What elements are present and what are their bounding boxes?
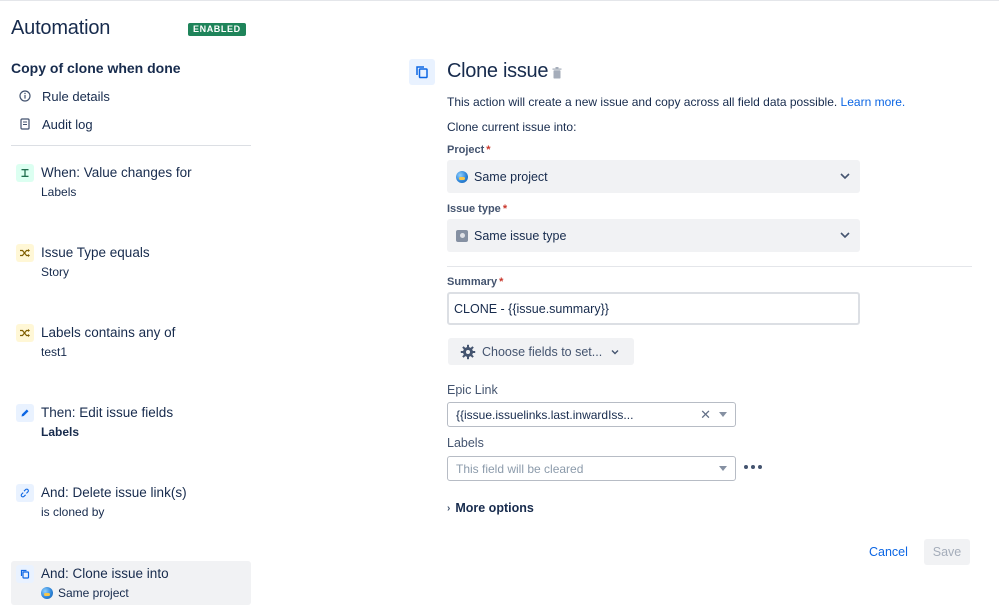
summary-input[interactable]: CLONE - {{issue.summary}} xyxy=(447,292,860,325)
clone-into-label: Clone current issue into: xyxy=(447,120,577,134)
component-edit-issue[interactable]: Then: Edit issue fields Labels xyxy=(11,400,251,444)
save-button[interactable]: Save xyxy=(924,539,970,565)
component-subtitle: Labels xyxy=(41,425,80,439)
labels-label: Labels xyxy=(447,436,484,450)
project-label-text: Project xyxy=(447,144,485,156)
action-title: Clone issue xyxy=(447,60,549,82)
component-subtitle: is cloned by xyxy=(41,505,105,519)
info-icon xyxy=(19,90,31,102)
component-clone-issue[interactable]: And: Clone issue into Same project xyxy=(11,561,251,605)
issue-type-label-text: Issue type xyxy=(447,203,501,215)
pencil-icon xyxy=(16,404,34,422)
more-options-toggle[interactable]: › More options xyxy=(447,501,534,515)
chevron-down-icon xyxy=(611,349,619,354)
gear-icon xyxy=(460,344,476,359)
cancel-button[interactable]: Cancel xyxy=(862,540,915,564)
required-mark: * xyxy=(499,276,504,288)
component-subtitle-text: Same project xyxy=(58,586,129,600)
component-subtitle: test1 xyxy=(41,345,68,359)
rule-name: Copy of clone when done xyxy=(11,60,181,76)
description-text: This action will create a new issue and … xyxy=(447,95,838,109)
component-condition-labels[interactable]: Labels contains any of test1 xyxy=(11,320,251,364)
caret-down-icon xyxy=(719,466,727,471)
component-subtitle: Same project xyxy=(41,586,129,600)
action-description: This action will create a new issue and … xyxy=(447,95,905,109)
trigger-icon xyxy=(16,164,34,182)
labels-placeholder: This field will be cleared xyxy=(456,461,584,476)
epic-link-label: Epic Link xyxy=(447,383,498,397)
component-title: When: Value changes for xyxy=(41,165,192,180)
summary-label: Summary * xyxy=(447,276,503,288)
project-label: Project * xyxy=(447,144,491,156)
chevron-down-icon xyxy=(840,173,850,180)
audit-log-label: Audit log xyxy=(42,116,93,132)
issue-type-select[interactable]: Same issue type xyxy=(447,219,860,252)
choose-fields-button[interactable]: Choose fields to set... xyxy=(448,338,634,365)
choose-fields-label: Choose fields to set... xyxy=(482,344,603,359)
required-mark: * xyxy=(486,144,491,156)
condition-shuffle-icon xyxy=(16,244,34,262)
component-title: And: Clone issue into xyxy=(41,566,169,581)
component-title: Then: Edit issue fields xyxy=(41,405,174,420)
unlink-icon xyxy=(16,484,34,502)
more-actions-icon[interactable] xyxy=(744,462,762,472)
copy-icon xyxy=(16,565,34,583)
caret-down-icon xyxy=(719,412,727,417)
issue-type-label: Issue type * xyxy=(447,203,507,215)
section-divider xyxy=(447,266,972,267)
component-delete-link[interactable]: And: Delete issue link(s) is cloned by xyxy=(11,480,251,524)
project-avatar-icon xyxy=(456,170,468,183)
app-title: Automation xyxy=(11,17,111,39)
issue-type-value: Same issue type xyxy=(474,228,567,243)
condition-shuffle-icon xyxy=(16,324,34,342)
component-title: Issue Type equals xyxy=(41,245,150,260)
chevron-down-icon xyxy=(840,232,850,239)
component-subtitle: Story xyxy=(41,265,70,279)
audit-log-link[interactable]: Audit log xyxy=(19,114,93,134)
learn-more-link[interactable]: Learn more. xyxy=(841,95,906,109)
chevron-right-icon: › xyxy=(447,502,451,514)
epic-link-value: {{issue.issuelinks.last.inwardIss... xyxy=(456,407,634,422)
more-options-label: More options xyxy=(455,501,534,515)
copy-icon xyxy=(409,59,435,85)
trash-icon[interactable] xyxy=(552,66,562,79)
component-condition-issue-type[interactable]: Issue Type equals Story xyxy=(11,240,251,284)
project-select[interactable]: Same project xyxy=(447,160,860,193)
component-trigger[interactable]: When: Value changes for Labels xyxy=(11,160,251,204)
epic-link-select[interactable]: {{issue.issuelinks.last.inwardIss... ✕ xyxy=(447,402,736,427)
component-title: Labels contains any of xyxy=(41,325,176,340)
status-badge: ENABLED xyxy=(188,23,246,36)
summary-label-text: Summary xyxy=(447,276,498,288)
rule-details-link[interactable]: Rule details xyxy=(19,86,110,106)
project-value: Same project xyxy=(474,169,548,184)
project-avatar-icon xyxy=(41,587,53,599)
required-mark: * xyxy=(502,203,508,215)
clear-icon[interactable]: ✕ xyxy=(700,408,711,422)
issue-type-icon xyxy=(456,229,468,242)
document-icon xyxy=(19,118,31,130)
labels-select[interactable]: This field will be cleared xyxy=(447,456,736,481)
sidebar-divider xyxy=(11,145,251,146)
rule-details-label: Rule details xyxy=(42,88,110,104)
top-border xyxy=(0,0,999,1)
component-title: And: Delete issue link(s) xyxy=(41,485,187,500)
component-subtitle: Labels xyxy=(41,185,77,199)
